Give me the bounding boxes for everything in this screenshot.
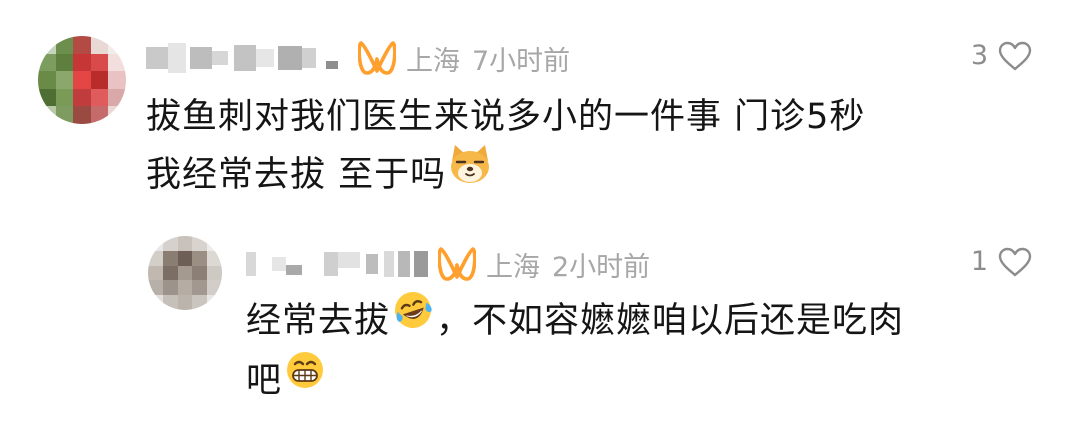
like-count: 1 xyxy=(970,246,988,277)
location-label: 上海 xyxy=(406,45,460,77)
heart-outline-icon[interactable] xyxy=(998,247,1032,277)
heart-outline-icon[interactable] xyxy=(998,41,1032,71)
comment-text-line: 经常去拔 ，不如容嬷嬷咱以后还是吃肉 xyxy=(246,292,904,352)
like-count: 3 xyxy=(970,40,988,71)
honor-badge-icon xyxy=(358,41,396,75)
comment-meta: 上海 7小时前 xyxy=(146,38,570,78)
timestamp: 7小时前 xyxy=(472,45,571,77)
username-pixelated[interactable] xyxy=(246,251,428,277)
honor-badge-icon xyxy=(438,247,476,281)
comment-text-line: 拔鱼刺对我们医生来说多小的一件事 门诊5秒 xyxy=(146,97,866,137)
like-button[interactable]: 3 xyxy=(971,40,1032,71)
username-pixelated[interactable] xyxy=(146,43,338,73)
like-button[interactable]: 1 xyxy=(971,246,1032,277)
user-avatar[interactable] xyxy=(148,236,222,310)
face-with-tears-of-joy-emoji xyxy=(392,289,434,349)
user-avatar[interactable] xyxy=(38,36,126,124)
grinning-face-emoji xyxy=(284,349,326,409)
comment-text-line: 吧 xyxy=(246,352,904,412)
comment-text: 经常去拔 ，不如容嬷嬷咱以后还是吃肉 吧 xyxy=(246,292,904,412)
timestamp: 2小时前 xyxy=(552,251,651,283)
comment-text: 拔鱼刺对我们医生来说多小的一件事 门诊5秒 我经常去拔 至于吗 xyxy=(146,88,865,206)
comment-text-line: 我经常去拔 至于吗 xyxy=(146,143,865,206)
location-label: 上海 xyxy=(486,251,540,283)
dog-face-emoji xyxy=(448,143,492,203)
comment-meta: 上海 2小时前 xyxy=(246,244,650,284)
